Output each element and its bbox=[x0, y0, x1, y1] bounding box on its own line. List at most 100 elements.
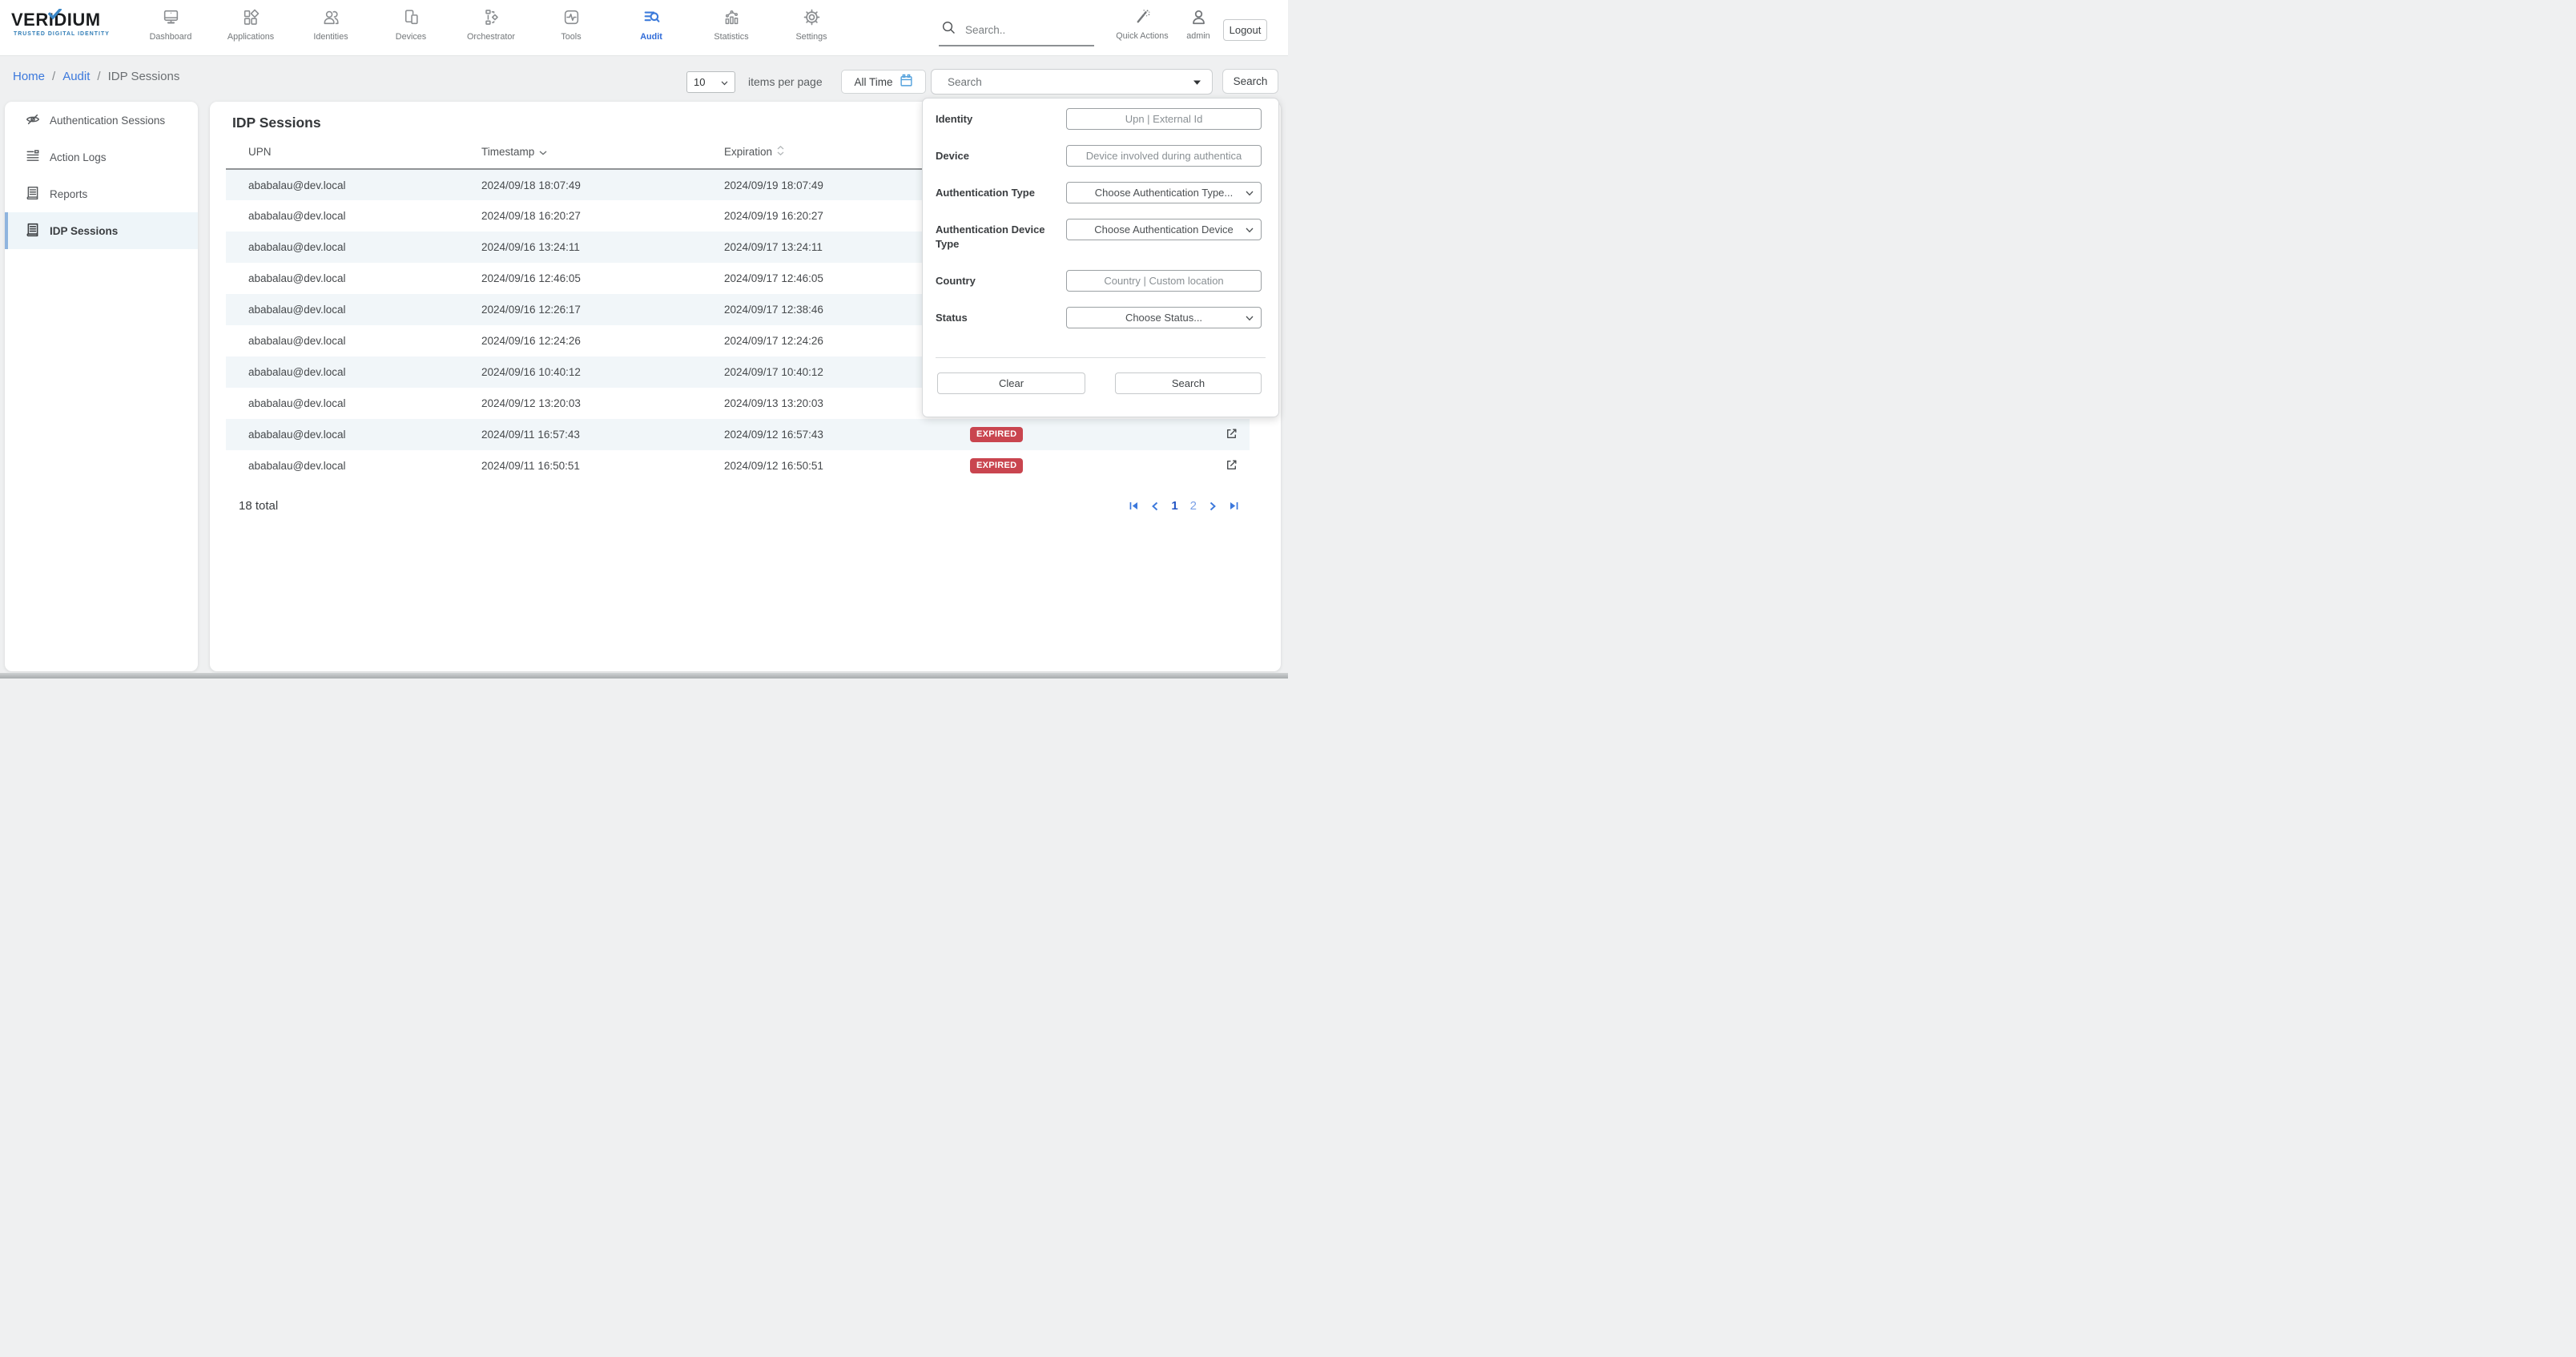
brand-logo: VERIDIUM TRUSTED DIGITAL IDENTITY bbox=[11, 10, 139, 37]
global-search-input[interactable] bbox=[965, 24, 1085, 36]
sidebar-item-idp-sessions[interactable]: IDP Sessions bbox=[5, 212, 198, 249]
sidebar-item-action-logs[interactable]: Action Logs bbox=[5, 139, 198, 175]
nav-item-dashboard[interactable]: Dashboard bbox=[131, 6, 211, 42]
logout-button[interactable]: Logout bbox=[1223, 19, 1267, 41]
bottom-edge bbox=[0, 673, 1288, 678]
document-icon bbox=[26, 223, 40, 240]
action-logs-icon bbox=[26, 149, 40, 166]
column-header-timestamp[interactable]: Timestamp bbox=[459, 138, 702, 169]
user-label: admin bbox=[1186, 31, 1210, 41]
cell-timestamp: 2024/09/16 10:40:12 bbox=[459, 356, 702, 388]
last-page-button[interactable] bbox=[1229, 501, 1240, 511]
nav-item-audit[interactable]: Audit bbox=[611, 6, 691, 42]
first-page-button[interactable] bbox=[1128, 501, 1139, 511]
cell-expiration: 2024/09/12 16:50:51 bbox=[702, 450, 948, 481]
cell-upn: ababalau@dev.local bbox=[226, 356, 459, 388]
search-icon bbox=[941, 20, 956, 39]
breadcrumb-current: IDP Sessions bbox=[108, 70, 180, 83]
cell-timestamp: 2024/09/16 12:46:05 bbox=[459, 263, 702, 294]
items-per-page-label: items per page bbox=[748, 75, 823, 88]
sidebar: Authentication Sessions Action Logs Repo… bbox=[5, 102, 198, 671]
breadcrumb: Home / Audit / IDP Sessions bbox=[13, 70, 179, 83]
nav-label: Applications bbox=[227, 32, 274, 42]
main-nav: Dashboard Applications Identities Device… bbox=[131, 6, 851, 42]
table-row: ababalau@dev.local 2024/09/11 16:50:51 2… bbox=[226, 450, 1250, 481]
nav-label: Tools bbox=[561, 32, 581, 42]
cell-timestamp: 2024/09/18 16:20:27 bbox=[459, 200, 702, 232]
table-search-input[interactable] bbox=[948, 76, 1193, 88]
breadcrumb-toolbar-row: Home / Audit / IDP Sessions 10 items per… bbox=[0, 56, 1288, 98]
column-header-expiration[interactable]: Expiration bbox=[702, 138, 948, 169]
open-session-icon[interactable] bbox=[1225, 427, 1238, 441]
nav-item-identities[interactable]: Identities bbox=[291, 6, 371, 42]
column-header-upn: UPN bbox=[226, 138, 459, 169]
time-filter-button[interactable]: All Time bbox=[841, 70, 926, 94]
chevron-down-icon bbox=[1246, 228, 1254, 233]
filter-identity-input[interactable] bbox=[1066, 108, 1262, 130]
cell-upn: ababalau@dev.local bbox=[226, 169, 459, 200]
filter-label-identity: Identity bbox=[936, 112, 1060, 127]
cell-expiration: 2024/09/17 13:24:11 bbox=[702, 232, 948, 263]
open-session-icon[interactable] bbox=[1225, 458, 1238, 472]
nav-item-applications[interactable]: Applications bbox=[211, 6, 291, 42]
sidebar-item-label: Reports bbox=[50, 188, 87, 200]
calendar-icon bbox=[900, 74, 913, 90]
previous-page-button[interactable] bbox=[1151, 501, 1159, 511]
orchestrator-icon bbox=[482, 6, 501, 26]
cell-expiration: 2024/09/19 18:07:49 bbox=[702, 169, 948, 200]
status-badge-expired: EXPIRED bbox=[970, 427, 1023, 442]
global-search bbox=[939, 14, 1094, 46]
nav-item-orchestrator[interactable]: Orchestrator bbox=[451, 6, 531, 42]
page-number-1[interactable]: 1 bbox=[1171, 499, 1177, 513]
breadcrumb-audit[interactable]: Audit bbox=[62, 70, 90, 83]
breadcrumb-home[interactable]: Home bbox=[13, 70, 45, 83]
sort-desc-icon bbox=[539, 146, 547, 158]
nav-label: Audit bbox=[640, 32, 662, 42]
quick-actions-button[interactable]: Quick Actions bbox=[1115, 6, 1169, 41]
next-page-button[interactable] bbox=[1209, 501, 1217, 511]
cell-timestamp: 2024/09/18 18:07:49 bbox=[459, 169, 702, 200]
sidebar-item-label: Authentication Sessions bbox=[50, 115, 165, 127]
applications-icon bbox=[242, 6, 260, 26]
table-search-combo bbox=[931, 69, 1213, 95]
filter-device-input[interactable] bbox=[1066, 145, 1262, 167]
top-bar: VERIDIUM TRUSTED DIGITAL IDENTITY Dashbo… bbox=[0, 0, 1288, 56]
page-size-select[interactable]: 10 bbox=[686, 71, 735, 93]
cell-timestamp: 2024/09/16 13:24:11 bbox=[459, 232, 702, 263]
dropdown-caret-icon[interactable] bbox=[1193, 74, 1201, 89]
filter-authentication-type-select[interactable]: Choose Authentication Type... bbox=[1066, 182, 1262, 203]
nav-item-devices[interactable]: Devices bbox=[371, 6, 451, 42]
filter-status-select[interactable]: Choose Status... bbox=[1066, 307, 1262, 328]
cell-status: EXPIRED bbox=[948, 450, 1205, 481]
sidebar-item-authentication-sessions[interactable]: Authentication Sessions bbox=[5, 102, 198, 139]
cell-timestamp: 2024/09/11 16:50:51 bbox=[459, 450, 702, 481]
cell-upn: ababalau@dev.local bbox=[226, 450, 459, 481]
dashboard-icon bbox=[162, 6, 180, 26]
settings-icon bbox=[803, 6, 821, 26]
filter-search-button[interactable]: Search bbox=[1115, 372, 1262, 394]
identities-icon bbox=[322, 6, 340, 26]
filter-authentication-device-type-select[interactable]: Choose Authentication Device bbox=[1066, 219, 1262, 240]
nav-label: Orchestrator bbox=[467, 32, 515, 42]
chevron-down-icon bbox=[1246, 316, 1254, 321]
sidebar-item-reports[interactable]: Reports bbox=[5, 175, 198, 212]
quick-actions-label: Quick Actions bbox=[1116, 31, 1168, 41]
filter-clear-button[interactable]: Clear bbox=[937, 372, 1085, 394]
filter-label-status: Status bbox=[936, 311, 1060, 325]
total-count: 18 total bbox=[239, 499, 278, 513]
nav-item-statistics[interactable]: Statistics bbox=[691, 6, 771, 42]
status-badge-expired: EXPIRED bbox=[970, 458, 1023, 473]
toolbar-search-button[interactable]: Search bbox=[1222, 69, 1278, 94]
nav-item-settings[interactable]: Settings bbox=[771, 6, 851, 42]
nav-label: Identities bbox=[313, 32, 348, 42]
filter-country-input[interactable] bbox=[1066, 270, 1262, 292]
user-menu[interactable]: admin bbox=[1179, 6, 1218, 41]
nav-item-tools[interactable]: Tools bbox=[531, 6, 611, 42]
nav-label: Statistics bbox=[714, 32, 748, 42]
page-number-2[interactable]: 2 bbox=[1190, 499, 1197, 513]
filter-label-authentication-type: Authentication Type bbox=[936, 186, 1060, 200]
cell-upn: ababalau@dev.local bbox=[226, 325, 459, 356]
nav-label: Devices bbox=[396, 32, 426, 42]
time-filter-label: All Time bbox=[854, 76, 892, 88]
table-footer: 18 total 1 2 bbox=[239, 499, 1250, 513]
